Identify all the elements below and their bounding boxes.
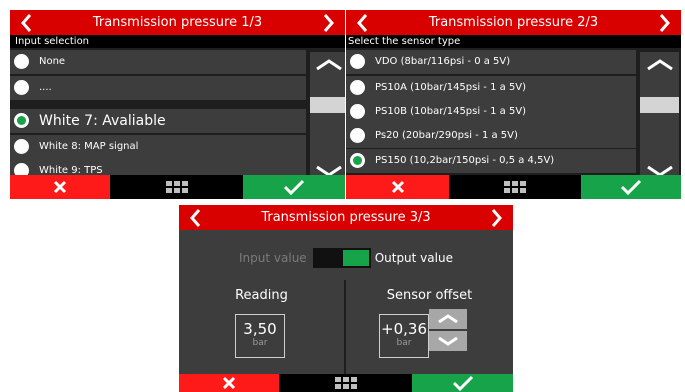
x-icon [391,180,404,194]
list-item[interactable]: PS10B (10bar/145psi - 1 a 5V) [346,100,636,124]
page-title: Transmission pressure 1/3 [92,15,263,30]
value-mode-toggle-row: Input value Output value [179,239,513,277]
list-item[interactable]: Ps20 (20bar/290psi - 1 a 5V) [346,124,636,148]
list-item-label: Ps20 (20bar/290psi - 1 a 5V) [375,130,518,142]
scrollbar-thumb[interactable] [640,97,679,113]
header-bar: Transmission pressure 2/3 [346,10,681,35]
grid-menu-icon [334,377,357,389]
panel-sensor-offset: Transmission pressure 3/3 Input value Ou… [179,205,513,392]
cancel-button[interactable] [179,374,279,392]
toggle-right-label[interactable]: Output value [375,251,453,265]
radio-button[interactable] [14,80,29,96]
radio-button[interactable] [14,54,29,70]
footer-bar [179,374,513,392]
list-item-label: VDO (8bar/116psi - 0 a 5V) [375,56,511,68]
menu-button[interactable] [279,374,412,392]
checkmark-icon [452,375,473,391]
radio-button[interactable] [350,128,365,144]
list-item-label: PS10A (10bar/145psi - 1 a 5V) [375,82,527,94]
list-item-label: PS10B (10bar/145psi - 1 a 5V) [375,106,527,118]
list-item[interactable]: .... [10,76,306,100]
confirm-button[interactable] [581,175,681,199]
list-item[interactable]: PS10A (10bar/145psi - 1 a 5V) [346,76,636,100]
reading-unit: bar [252,338,268,348]
header-bar: Transmission pressure 1/3 [10,10,345,35]
chevron-right-icon [491,208,502,227]
list-item[interactable]: White 8: MAP signal [10,135,306,159]
page-title: Transmission pressure 2/3 [428,15,599,30]
section-subtitle: Input selection [10,35,345,48]
confirm-button[interactable] [412,374,513,392]
radio-button[interactable] [350,54,365,70]
offset-label: Sensor offset [386,288,473,303]
list-item[interactable]: White 7: Avaliable [10,109,306,133]
list-item-label: White 8: MAP signal [39,141,139,153]
back-button[interactable] [16,10,36,35]
scrollbar[interactable] [640,52,679,184]
reading-label: Reading [235,288,288,303]
offset-increment-button[interactable] [429,309,467,329]
list-item-label: White 7: Avaliable [39,112,166,129]
page-title: Transmission pressure 3/3 [261,210,431,225]
list-item[interactable]: None [10,50,306,74]
panel-input-selection: Transmission pressure 1/3 Input selectio… [10,10,345,199]
forward-button[interactable] [487,205,507,230]
footer-bar [10,175,345,199]
offset-value-box[interactable]: +0,36 bar [379,314,429,358]
menu-button[interactable] [110,175,243,199]
reading-value: 3,50 [243,320,277,338]
header-bar: Transmission pressure 3/3 [179,205,513,230]
radio-button-selected[interactable] [14,113,29,129]
confirm-button[interactable] [243,175,345,199]
cancel-button[interactable] [346,175,449,199]
chevron-down-icon [438,336,458,346]
forward-button[interactable] [655,10,675,35]
radio-button[interactable] [350,80,365,96]
forward-button[interactable] [319,10,339,35]
radio-button[interactable] [14,139,29,155]
chevron-left-icon [190,208,201,227]
value-mode-switch[interactable] [312,248,371,268]
grid-menu-icon [165,181,188,193]
list-item-label: None [39,56,66,68]
x-icon [222,376,236,390]
cancel-button[interactable] [10,175,110,199]
offset-decrement-button[interactable] [429,331,467,351]
offset-value: +0,36 [381,320,427,338]
back-button[interactable] [352,10,372,35]
toggle-left-label[interactable]: Input value [239,251,307,265]
option-list: None .... White 7: Avaliable White 8: MA… [10,48,306,184]
scrollbar-thumb[interactable] [310,97,345,113]
chevron-up-icon [438,314,458,324]
switch-knob [342,250,369,266]
list-item[interactable]: VDO (8bar/116psi - 0 a 5V) [346,50,636,74]
panel-sensor-type: Transmission pressure 2/3 Select the sen… [346,10,681,199]
option-list: VDO (8bar/116psi - 0 a 5V) PS10A (10bar/… [346,48,636,184]
reading-value-box: 3,50 bar [235,314,285,358]
chevron-up-icon [315,59,342,71]
back-button[interactable] [185,205,205,230]
scroll-up-button[interactable] [640,54,679,76]
checkmark-icon [620,179,642,195]
menu-button[interactable] [449,175,581,199]
x-icon [53,180,67,194]
chevron-right-icon [323,13,334,32]
offset-unit: bar [396,338,412,348]
chevron-left-icon [357,13,368,32]
chevron-left-icon [21,13,32,32]
footer-bar [346,175,681,199]
scrollbar[interactable] [310,52,345,184]
list-item[interactable]: PS150 (10,2bar/150psi - 0,5 a 4,5V) [346,149,636,173]
section-subtitle: Select the sensor type [346,35,681,48]
grid-menu-icon [504,181,526,193]
radio-button-selected[interactable] [350,153,365,169]
chevron-up-icon [646,59,673,71]
list-item-label: PS150 (10,2bar/150psi - 0,5 a 4,5V) [375,155,555,167]
checkmark-icon [283,179,305,195]
list-item-label: .... [39,82,52,94]
radio-button[interactable] [350,104,365,120]
scroll-up-button[interactable] [310,54,345,76]
chevron-right-icon [659,13,670,32]
